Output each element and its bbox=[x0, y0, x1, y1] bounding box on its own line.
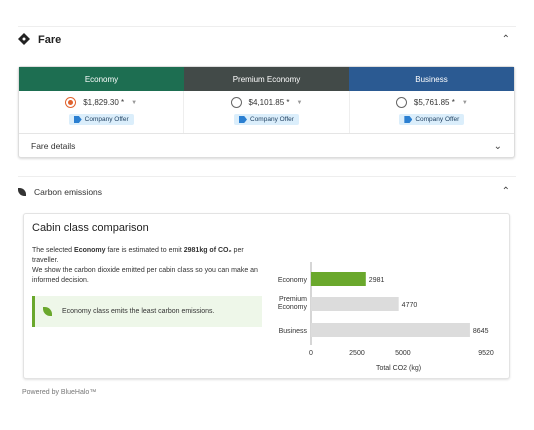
data-label: 8645 bbox=[473, 328, 489, 335]
tab-business[interactable]: Business bbox=[349, 67, 514, 91]
premium-economy-radio[interactable] bbox=[230, 97, 242, 108]
fare-options: $1,829.30 * ▼ Company Offer $4,101.85 * … bbox=[19, 91, 514, 134]
company-offer-badge: Company Offer bbox=[399, 114, 465, 125]
category-label: Business bbox=[279, 328, 308, 335]
x-tick-label: 2500 bbox=[349, 350, 365, 357]
info-text: Economy class emits the least carbon emi… bbox=[62, 308, 215, 315]
data-label: 2981 bbox=[369, 277, 385, 284]
cabin-comparison-card: Cabin class comparison The selected Econ… bbox=[23, 213, 510, 379]
business-radio[interactable] bbox=[395, 97, 407, 108]
chevron-down-icon[interactable]: ▼ bbox=[462, 100, 468, 106]
bar-premium-economy bbox=[311, 297, 399, 311]
cabin-comparison-title: Cabin class comparison bbox=[32, 222, 149, 234]
bar-economy bbox=[311, 272, 366, 286]
fare-option-premium-economy[interactable]: $4,101.85 * ▼ Company Offer bbox=[184, 91, 350, 133]
data-label: 4770 bbox=[402, 302, 418, 309]
offer-label: Company Offer bbox=[415, 116, 460, 123]
least-emissions-notice: Economy class emits the least carbon emi… bbox=[32, 296, 262, 327]
leaf-icon bbox=[43, 307, 52, 316]
bar-business bbox=[311, 323, 470, 337]
carbon-description: The selected Economy fare is estimated t… bbox=[32, 246, 272, 286]
chevron-down-icon[interactable]: ▼ bbox=[296, 100, 302, 106]
tab-economy[interactable]: Economy bbox=[19, 67, 184, 91]
category-label: Premium Economy bbox=[278, 296, 308, 311]
category-label: Economy bbox=[278, 277, 308, 284]
fare-section-header[interactable]: Fare ⌃ bbox=[18, 26, 516, 52]
desc-line2: We show the carbon dioxide emitted per c… bbox=[32, 267, 258, 284]
fare-option-economy[interactable]: $1,829.30 * ▼ Company Offer bbox=[19, 91, 185, 133]
tab-premium-economy[interactable]: Premium Economy bbox=[184, 67, 349, 91]
desc-text: The selected bbox=[32, 247, 75, 254]
business-price: $5,761.85 * bbox=[413, 98, 455, 107]
x-tick-label: 9520 bbox=[478, 350, 494, 357]
company-offer-badge: Company Offer bbox=[68, 114, 134, 125]
desc-bold-amount: 2981kg of CO₂ bbox=[183, 247, 232, 254]
chevron-down-icon[interactable]: ▼ bbox=[131, 100, 137, 106]
economy-price: $1,829.30 * bbox=[83, 98, 125, 107]
carbon-title: Carbon emissions bbox=[34, 186, 103, 197]
leaf-icon bbox=[18, 187, 26, 196]
fare-option-business[interactable]: $5,761.85 * ▼ Company Offer bbox=[350, 91, 514, 133]
x-tick-label: 5000 bbox=[395, 350, 411, 357]
fare-tabs: Economy Premium Economy Business bbox=[19, 67, 514, 91]
x-tick-label: 0 bbox=[309, 350, 313, 357]
fare-details-toggle[interactable]: Fare details ⌄ bbox=[19, 134, 514, 158]
premium-economy-price: $4,101.85 * bbox=[248, 98, 290, 107]
co2-bar-chart: 2981 Economy 4770 Premium Economy 8645 Busines… bbox=[278, 262, 494, 372]
fare-details-label: Fare details bbox=[31, 141, 76, 151]
offer-label: Company Offer bbox=[250, 116, 294, 123]
fare-title: Fare bbox=[38, 33, 62, 46]
tag-icon bbox=[239, 116, 247, 123]
carbon-section-header[interactable]: Carbon emissions ⌃ bbox=[18, 176, 516, 206]
powered-by: Powered by BlueHalo™ bbox=[22, 389, 97, 396]
chevron-up-icon[interactable]: ⌃ bbox=[502, 34, 510, 45]
ticket-icon bbox=[18, 32, 30, 47]
chevron-up-icon[interactable]: ⌃ bbox=[502, 186, 510, 197]
x-axis-label: Total CO2 (kg) bbox=[376, 365, 421, 372]
chevron-down-icon[interactable]: ⌄ bbox=[494, 141, 502, 152]
tag-icon bbox=[73, 116, 82, 123]
company-offer-badge: Company Offer bbox=[234, 114, 299, 125]
economy-radio[interactable] bbox=[65, 97, 77, 108]
fare-selector: Economy Premium Economy Business $1,829.… bbox=[18, 66, 515, 158]
desc-text: fare is estimated to emit bbox=[105, 247, 184, 254]
tag-icon bbox=[404, 116, 413, 123]
offer-label: Company Offer bbox=[84, 116, 129, 123]
desc-bold-class: Economy bbox=[74, 247, 106, 254]
